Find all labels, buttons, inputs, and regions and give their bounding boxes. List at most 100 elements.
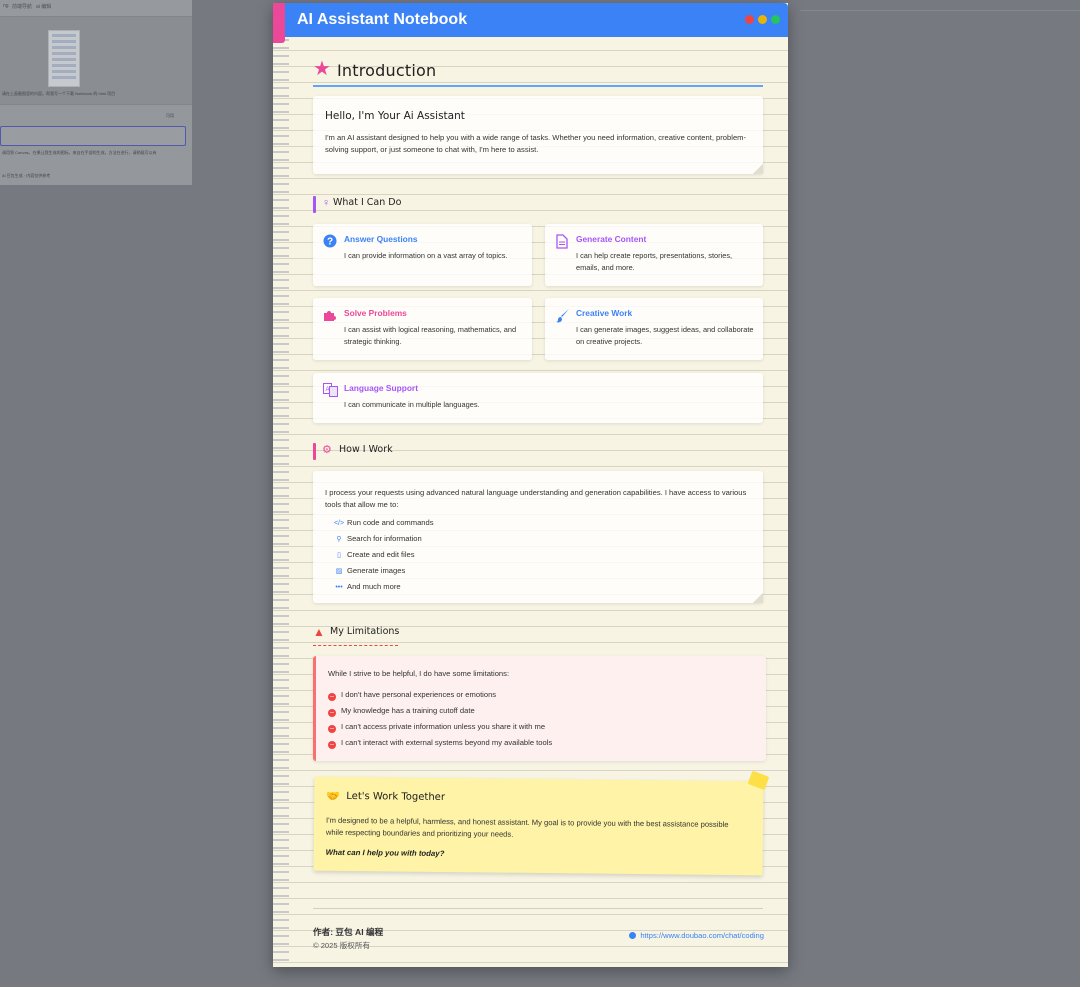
limitation-item: – I can't interact with external systems … xyxy=(328,738,552,750)
globe-icon xyxy=(629,932,637,939)
background-app-topbar: ng 前端导航 ai 编辑 xyxy=(0,0,192,17)
image-icon: ▨ xyxy=(335,568,343,575)
tool-label: Run code and commands xyxy=(347,518,434,527)
notebook-page: AI Assistant Notebook ★ Introduction Hel… xyxy=(273,3,788,967)
section-bar xyxy=(313,196,316,213)
feature-title: Solve Problems xyxy=(344,308,407,318)
notebook-header: AI Assistant Notebook xyxy=(285,3,788,37)
feature-card-solve-problems: Solve Problems I can assist with logical… xyxy=(313,298,532,360)
limitations-title: My Limitations xyxy=(330,626,400,637)
feature-description: I can communicate in multiple languages. xyxy=(344,400,480,409)
search-icon: ⚲ xyxy=(336,536,342,543)
footer-author: 作者: 豆包 AI 编程 xyxy=(313,927,384,937)
background-text: 调用到 Canvas，在果让我生成的图标，来自在手部的生成，方法在进行，请稍候可… xyxy=(2,150,157,155)
limitation-item: – My knowledge has a training cutoff date xyxy=(328,706,475,718)
feature-card-answer-questions: ? Answer Questions I can provide informa… xyxy=(313,224,532,286)
maximize-dot[interactable] xyxy=(771,15,780,24)
background-tab[interactable]: 前端导航 xyxy=(12,3,32,10)
intro-heading: Hello, I'm Your Ai Assistant xyxy=(325,110,465,122)
feature-title: Creative Work xyxy=(576,308,633,318)
limitation-item: – I don't have personal experiences or em… xyxy=(328,690,496,702)
tool-label: Search for information xyxy=(347,534,422,543)
limitations-card: While I strive to be helpful, I do have … xyxy=(313,656,766,761)
feature-card-language-support: A Language Support I can communicate in … xyxy=(313,373,763,423)
limitation-label: I don't have personal experiences or emo… xyxy=(341,690,497,699)
feature-description: I can assist with logical reasoning, mat… xyxy=(344,325,517,346)
puzzle-icon xyxy=(322,308,338,324)
code-icon: </> xyxy=(333,520,345,527)
tool-label: And much more xyxy=(347,582,401,591)
question-circle-icon: ? xyxy=(322,234,338,250)
feature-description: I can generate images, suggest ideas, an… xyxy=(576,325,754,346)
tool-item: ••• And much more xyxy=(333,582,401,594)
background-app-window: ng 前端导航 ai 编辑 请在上面截图里的内容。帮我写一个下载 Noteboo… xyxy=(0,0,192,185)
tape-decoration xyxy=(747,770,770,791)
background-text: 请在上面截图里的内容。帮我写一个下载 Notebook 的 html 项目 xyxy=(2,91,116,96)
footer-url[interactable]: https://www.doubao.com/chat/coding xyxy=(640,931,764,940)
background-tab[interactable]: ai 编辑 xyxy=(36,3,51,10)
intro-body: I'm an AI assistant designed to help you… xyxy=(325,133,747,154)
star-icon: ★ xyxy=(313,58,331,80)
background-thumbnail xyxy=(48,30,80,87)
lightbulb-icon: ♀ xyxy=(322,197,331,209)
minus-circle-icon: – xyxy=(328,741,336,749)
limitations-heading: ▲ My Limitations xyxy=(313,625,400,646)
feature-title: Language Support xyxy=(344,383,418,393)
limitation-label: My knowledge has a training cutoff date xyxy=(341,706,475,715)
together-body: I'm designed to be a helpful, harmless, … xyxy=(325,815,729,839)
tool-item: </> Run code and commands xyxy=(333,518,434,530)
footer-copyright: © 2025 版权所有 xyxy=(313,941,371,950)
warning-triangle-icon: ▲ xyxy=(313,625,325,639)
minus-circle-icon: – xyxy=(328,693,336,701)
tool-label: Generate images xyxy=(347,566,406,575)
tool-item: ▯ Create and edit files xyxy=(333,550,415,562)
feature-title: Answer Questions xyxy=(344,234,418,244)
capabilities-title: What I Can Do xyxy=(333,197,402,208)
tool-item: ⚲ Search for information xyxy=(333,534,422,546)
background-input[interactable] xyxy=(0,126,186,146)
limitation-label: I can't interact with external systems b… xyxy=(341,738,553,747)
notebook-binding xyxy=(273,3,289,967)
background-tab[interactable]: ng xyxy=(3,3,9,9)
feature-description: I can help create reports, presentations… xyxy=(576,251,733,272)
introduction-title: Introduction xyxy=(337,61,437,80)
intro-card: Hello, I'm Your Ai Assistant I'm an AI a… xyxy=(313,96,763,174)
how-card: I process your requests using advanced n… xyxy=(313,471,763,603)
how-body: I process your requests using advanced n… xyxy=(325,488,747,509)
minus-circle-icon: – xyxy=(328,709,336,717)
together-question: What can I help you with today? xyxy=(325,847,445,859)
feature-title: Generate Content xyxy=(576,234,647,244)
together-title: Let's Work Together xyxy=(346,790,446,804)
tool-label: Create and edit files xyxy=(347,550,415,559)
gears-icon: ⚙ xyxy=(322,444,332,456)
limitation-item: – I can't access private information unle… xyxy=(328,722,545,734)
background-text: 可用 xyxy=(166,113,174,118)
background-divider xyxy=(800,10,1080,11)
limitations-intro: While I strive to be helpful, I do have … xyxy=(328,669,510,678)
footer-link[interactable]: https://www.doubao.com/chat/coding xyxy=(629,931,764,940)
document-icon xyxy=(554,234,570,250)
bookmark-tab xyxy=(273,3,285,43)
background-text: Ai 豆包生成 · 内容仅供参考 xyxy=(2,173,51,178)
file-icon: ▯ xyxy=(337,552,341,559)
paintbrush-icon xyxy=(554,308,570,324)
minimize-dot[interactable] xyxy=(758,15,767,24)
page-title: AI Assistant Notebook xyxy=(297,11,468,28)
handshake-icon: 🤝 xyxy=(326,790,341,803)
ellipsis-icon: ••• xyxy=(335,584,343,591)
limitation-label: I can't access private information unles… xyxy=(341,722,546,731)
feature-card-generate-content: Generate Content I can help create repor… xyxy=(545,224,763,286)
introduction-section-title: ★ Introduction xyxy=(313,58,763,87)
how-title: How I Work xyxy=(339,444,393,455)
svg-text:?: ? xyxy=(327,237,333,248)
tool-item: ▨ Generate images xyxy=(333,566,406,578)
section-bar xyxy=(313,443,316,460)
svg-text:A: A xyxy=(325,387,329,393)
footer-divider xyxy=(313,908,763,909)
feature-description: I can provide information on a vast arra… xyxy=(344,251,508,260)
feature-card-creative-work: Creative Work I can generate images, sug… xyxy=(545,298,763,360)
sticky-note: 🤝 Let's Work Together I'm designed to be… xyxy=(313,770,770,876)
close-dot[interactable] xyxy=(745,15,754,24)
minus-circle-icon: – xyxy=(328,725,336,733)
translate-icon: A xyxy=(322,383,338,399)
